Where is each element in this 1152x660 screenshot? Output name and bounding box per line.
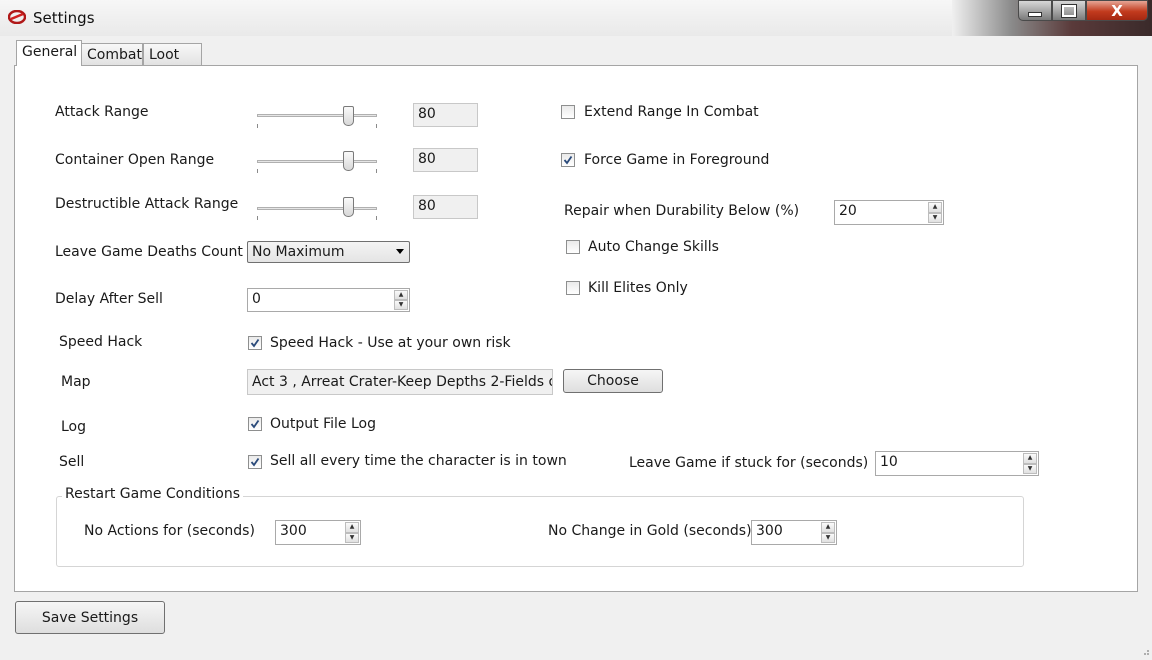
leave-game-stuck-input[interactable]: 10 ▲ ▼ [875, 451, 1039, 476]
checkmark-icon [250, 419, 260, 429]
kill-elites-only-label[interactable]: Kill Elites Only [588, 280, 688, 296]
spin-down-icon[interactable]: ▼ [928, 212, 942, 223]
attack-range-value: 80 [413, 103, 478, 127]
close-icon: X [1111, 1, 1123, 20]
auto-change-skills-checkbox[interactable] [566, 240, 580, 254]
repair-durability-label: Repair when Durability Below (%) [564, 203, 800, 219]
destructible-attack-range-slider-track [257, 207, 377, 210]
repair-durability-input[interactable]: 20 ▲ ▼ [834, 200, 944, 225]
sell-label: Sell [59, 454, 85, 470]
slider-tick [376, 216, 377, 220]
container-open-range-slider-track [257, 160, 377, 163]
attack-range-slider-track [257, 114, 377, 117]
container-open-range-slider[interactable] [343, 151, 354, 171]
spin-down-icon[interactable]: ▼ [394, 300, 408, 310]
destructible-attack-range-label: Destructible Attack Range [55, 196, 239, 212]
save-settings-button[interactable]: Save Settings [15, 601, 165, 634]
destructible-attack-range-slider[interactable] [343, 197, 354, 217]
maximize-button[interactable] [1052, 0, 1086, 21]
spin-down-icon[interactable]: ▼ [821, 532, 835, 543]
no-gold-change-value: 300 [756, 523, 783, 539]
spin-up-icon[interactable]: ▲ [345, 522, 359, 533]
log-label: Log [61, 419, 87, 435]
leave-game-stuck-value: 10 [880, 454, 898, 470]
destructible-attack-range-value: 80 [413, 195, 478, 219]
no-actions-value: 300 [280, 523, 307, 539]
sell-all-label[interactable]: Sell all every time the character is in … [270, 453, 567, 469]
speed-hack-checkbox[interactable] [248, 336, 262, 350]
app-logo-icon [7, 9, 27, 25]
choose-map-button[interactable]: Choose [563, 369, 663, 393]
force-foreground-label[interactable]: Force Game in Foreground [584, 152, 769, 168]
repair-durability-spinner[interactable]: ▲ ▼ [928, 202, 942, 223]
sell-all-checkbox[interactable] [248, 455, 262, 469]
map-label: Map [61, 374, 91, 390]
spin-up-icon[interactable]: ▲ [394, 290, 408, 300]
slider-tick [376, 124, 377, 128]
delay-after-sell-spinner[interactable]: ▲ ▼ [394, 290, 408, 310]
checkmark-icon [250, 338, 260, 348]
spin-up-icon[interactable]: ▲ [928, 202, 942, 213]
slider-tick [257, 169, 258, 173]
leave-game-stuck-label: Leave Game if stuck for (seconds) [629, 455, 869, 471]
container-open-range-value: 80 [413, 148, 478, 172]
no-gold-change-label: No Change in Gold (seconds) [548, 523, 752, 539]
no-gold-change-spinner[interactable]: ▲ ▼ [821, 522, 835, 543]
maximize-icon [1061, 3, 1077, 18]
no-gold-change-input[interactable]: 300 ▲ ▼ [751, 520, 837, 545]
leave-game-deaths-selected: No Maximum [252, 244, 345, 260]
slider-tick [257, 124, 258, 128]
checkmark-icon [250, 457, 260, 467]
leave-game-deaths-dropdown[interactable]: No Maximum [247, 241, 410, 263]
container-open-range-label: Container Open Range [55, 152, 215, 168]
force-foreground-checkbox[interactable] [561, 153, 575, 167]
tab-loot[interactable]: Loot [143, 43, 202, 65]
delay-after-sell-value: 0 [252, 291, 261, 307]
extend-range-label[interactable]: Extend Range In Combat [584, 104, 759, 120]
restart-conditions-title: Restart Game Conditions [62, 486, 243, 502]
attack-range-slider[interactable] [343, 106, 354, 126]
slider-tick [376, 169, 377, 173]
close-button[interactable]: X [1086, 0, 1148, 21]
leave-game-stuck-spinner[interactable]: ▲ ▼ [1023, 453, 1037, 474]
spin-down-icon[interactable]: ▼ [1023, 463, 1037, 474]
tab-general[interactable]: General [16, 40, 82, 66]
chevron-down-icon [396, 249, 404, 254]
no-actions-label: No Actions for (seconds) [84, 523, 255, 539]
no-actions-spinner[interactable]: ▲ ▼ [345, 522, 359, 543]
delay-after-sell-input[interactable]: 0 ▲ ▼ [247, 288, 410, 312]
slider-tick [257, 216, 258, 220]
delay-after-sell-label: Delay After Sell [55, 291, 163, 307]
minimize-icon [1028, 11, 1042, 17]
map-value: Act 3 , Arreat Crater-Keep Depths 2-Fiel… [247, 369, 553, 395]
output-file-log-checkbox[interactable] [248, 417, 262, 431]
extend-range-checkbox[interactable] [561, 105, 575, 119]
kill-elites-only-checkbox[interactable] [566, 281, 580, 295]
spin-down-icon[interactable]: ▼ [345, 532, 359, 543]
resize-grip-icon[interactable] [1140, 645, 1150, 655]
minimize-button[interactable] [1018, 0, 1052, 21]
spin-up-icon[interactable]: ▲ [821, 522, 835, 533]
window-title: Settings [33, 9, 95, 27]
auto-change-skills-label[interactable]: Auto Change Skills [588, 239, 719, 255]
output-file-log-label[interactable]: Output File Log [270, 416, 376, 432]
checkmark-icon [563, 155, 573, 165]
attack-range-label: Attack Range [55, 104, 149, 120]
leave-game-deaths-label: Leave Game Deaths Count [55, 244, 243, 260]
speed-hack-label: Speed Hack [59, 334, 143, 350]
repair-durability-value: 20 [839, 203, 857, 219]
spin-up-icon[interactable]: ▲ [1023, 453, 1037, 464]
no-actions-input[interactable]: 300 ▲ ▼ [275, 520, 361, 545]
speed-hack-checkbox-label[interactable]: Speed Hack - Use at your own risk [270, 335, 511, 351]
tab-combat[interactable]: Combat [81, 43, 143, 65]
